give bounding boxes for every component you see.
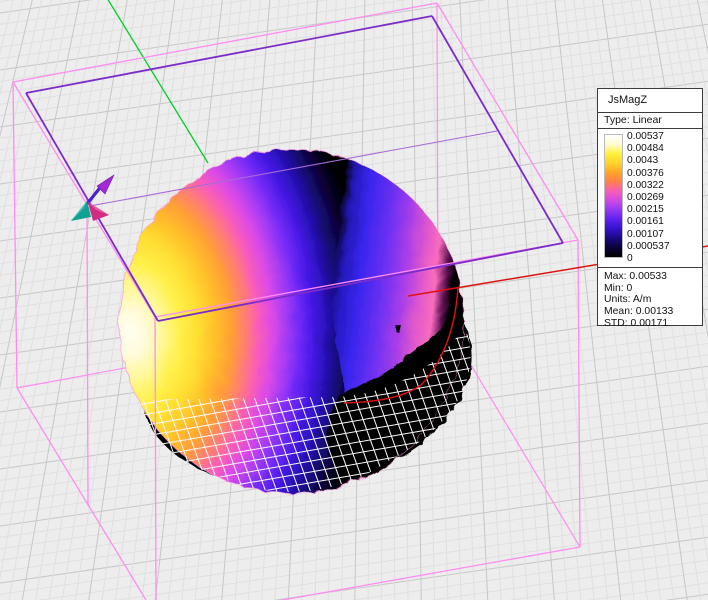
- colorbar-tick-label: 0.00376: [627, 168, 670, 180]
- colorbar-tick-label: 0.0043: [627, 155, 670, 167]
- colorbar-labels: 0.005370.004840.00430.003760.003220.0026…: [627, 131, 670, 265]
- legend-stats: Max: 0.00533Min: 0Units: A/mMean: 0.0013…: [598, 267, 702, 333]
- colorbar-tick-label: 0.00322: [627, 180, 670, 192]
- colorbar-tick-label: 0.000537: [627, 241, 670, 253]
- legend-stat-line: Units: A/m: [604, 294, 702, 306]
- legend-scale: 0.005370.004840.00430.003760.003220.0026…: [598, 129, 702, 267]
- legend-scale-type: Type: Linear: [598, 113, 702, 129]
- colorbar-tick-label: 0.00537: [627, 131, 670, 143]
- colorbar-tick-label: 0: [627, 253, 670, 265]
- k-vector-head-icon: [97, 175, 114, 194]
- colorbar: [604, 134, 623, 258]
- colorbar-tick-label: 0.00161: [627, 216, 670, 228]
- legend-title: JsMagZ: [598, 89, 702, 113]
- colorbar-tick-label: 0.00107: [627, 229, 670, 241]
- plot-legend[interactable]: JsMagZ Type: Linear 0.005370.004840.0043…: [597, 88, 703, 326]
- legend-stat-line: Min: 0: [604, 283, 702, 295]
- colorbar-tick-label: 0.00215: [627, 204, 670, 216]
- legend-stat-line: Mean: 0.00133: [604, 306, 702, 318]
- colorbar-tick-label: 0.00269: [627, 192, 670, 204]
- viewport[interactable]: JsMagZ Type: Linear 0.005370.004840.0043…: [0, 0, 708, 600]
- colorbar-tick-label: 0.00484: [627, 143, 670, 155]
- sphere-object[interactable]: [118, 130, 489, 510]
- legend-stat-line: Max: 0.00533: [604, 271, 702, 283]
- legend-stat-line: STD: 0.00171: [604, 318, 702, 330]
